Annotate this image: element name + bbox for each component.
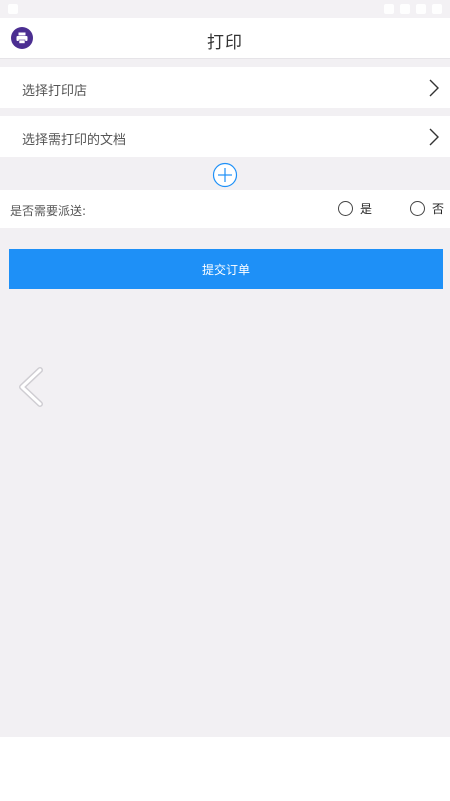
status-bar xyxy=(0,0,450,18)
add-document-button[interactable] xyxy=(212,162,238,188)
clock-icon xyxy=(432,4,442,14)
status-icon xyxy=(8,4,18,14)
main-content: 选择打印店 选择需打印的文档 是否需要派送: 是 否 提交订单 xyxy=(0,59,450,737)
chevron-right-icon xyxy=(429,128,439,146)
print-screen: 打印 选择打印店 选择需打印的文档 是否需要派送: 是 否 提交订单 xyxy=(0,0,450,801)
delivery-no-radio[interactable]: 否 xyxy=(410,200,444,217)
delivery-row: 是否需要派送: 是 否 xyxy=(0,190,450,228)
radio-circle xyxy=(410,201,425,216)
chevron-left-icon[interactable] xyxy=(16,366,46,408)
select-shop-row[interactable]: 选择打印店 xyxy=(0,67,450,108)
bottom-area xyxy=(0,737,450,801)
radio-circle xyxy=(338,201,353,216)
status-icons xyxy=(384,4,442,14)
delivery-yes-label: 是 xyxy=(360,202,373,216)
chevron-right-icon xyxy=(429,79,439,97)
delivery-label: 是否需要派送: xyxy=(10,204,87,218)
signal-icon xyxy=(400,4,410,14)
select-document-row[interactable]: 选择需打印的文档 xyxy=(0,116,450,157)
delivery-yes-radio[interactable]: 是 xyxy=(338,200,372,217)
submit-order-button[interactable]: 提交订单 xyxy=(9,249,443,289)
select-document-label: 选择需打印的文档 xyxy=(22,133,127,148)
plus-circle-icon xyxy=(212,162,238,188)
select-shop-label: 选择打印店 xyxy=(22,84,88,99)
delivery-no-label: 否 xyxy=(432,202,445,216)
header-bar: 打印 xyxy=(0,18,450,59)
battery-icon xyxy=(416,4,426,14)
page-title: 打印 xyxy=(207,33,243,53)
wifi-icon xyxy=(384,4,394,14)
